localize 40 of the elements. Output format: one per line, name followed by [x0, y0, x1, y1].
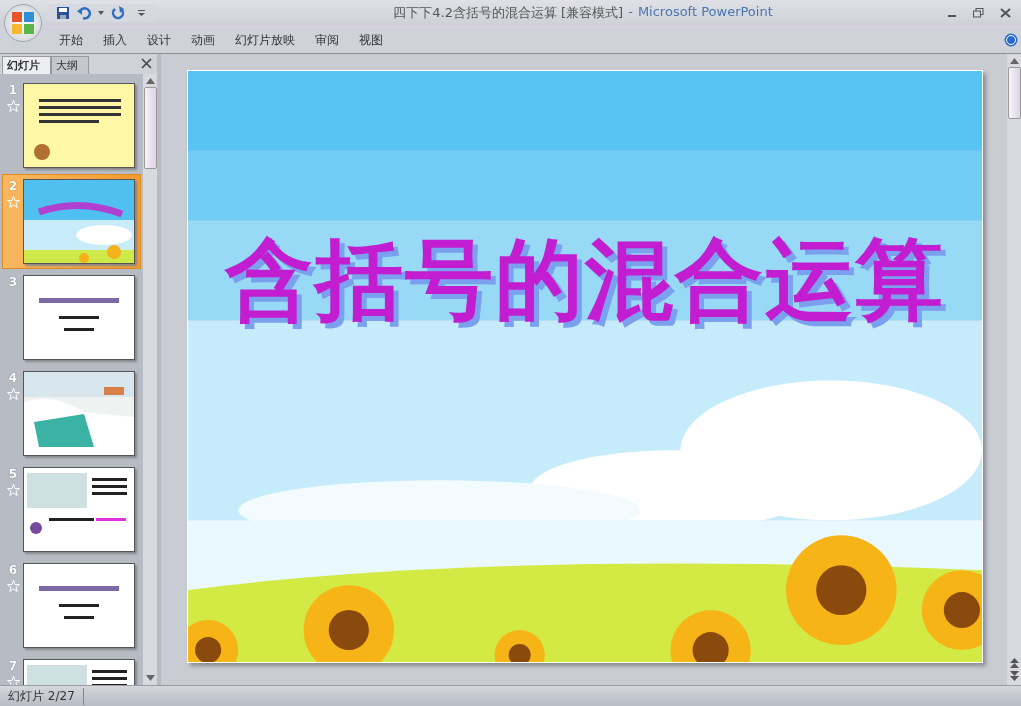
ribbon-tab[interactable]: 开始 [56, 31, 100, 49]
panel-tab[interactable]: 大纲 [51, 56, 89, 74]
slide-number: 3 [8, 275, 18, 289]
previous-slide-icon[interactable] [1009, 658, 1019, 668]
title-separator: - [628, 4, 633, 21]
scroll-up-icon[interactable] [1009, 58, 1019, 64]
vertical-scrollbar[interactable] [143, 74, 157, 685]
ribbon-tab[interactable]: 动画 [188, 31, 232, 49]
ribbon-tab[interactable]: 插入 [100, 31, 144, 49]
panel-tab[interactable]: 幻灯片 [2, 56, 51, 74]
customize-toolbar-icon[interactable] [138, 10, 145, 16]
ribbon-tab[interactable]: 审阅 [312, 31, 356, 49]
undo-icon[interactable] [77, 6, 91, 20]
slide-number: 2 [8, 179, 18, 193]
dropdown-caret-icon[interactable] [98, 11, 104, 15]
next-slide-icon[interactable] [1009, 671, 1019, 681]
restore-icon[interactable] [973, 8, 984, 18]
slide-number: 1 [8, 83, 18, 97]
slide-title: 含括号的混合运算 [223, 227, 946, 333]
redo-icon[interactable] [111, 6, 125, 20]
slide-indicator: 幻灯片 2/27 [0, 687, 84, 705]
scrollbar-thumb[interactable] [143, 87, 157, 169]
ribbon-tab[interactable]: 幻灯片放映 [232, 31, 312, 49]
slide-number: 4 [8, 371, 18, 385]
app-title: Microsoft PowerPoint [637, 4, 773, 21]
vertical-scrollbar[interactable] [1007, 54, 1021, 685]
ribbon-tab[interactable]: 设计 [144, 31, 188, 49]
scroll-up-icon[interactable] [145, 78, 155, 84]
scrollbar-thumb[interactable] [1007, 67, 1021, 119]
slide-number: 5 [8, 467, 18, 481]
help-icon[interactable] [1004, 33, 1018, 47]
scroll-down-icon[interactable] [145, 675, 155, 681]
slide-number: 7 [8, 659, 18, 673]
ribbon-tab[interactable]: 视图 [356, 31, 400, 49]
save-icon[interactable] [56, 6, 70, 20]
document-title: 四下下4.2含括号的混合运算 [兼容模式] [393, 4, 624, 22]
office-logo-icon[interactable] [4, 4, 42, 42]
close-icon[interactable] [141, 58, 152, 69]
slide-number: 6 [8, 563, 18, 577]
close-icon[interactable] [1000, 8, 1011, 18]
